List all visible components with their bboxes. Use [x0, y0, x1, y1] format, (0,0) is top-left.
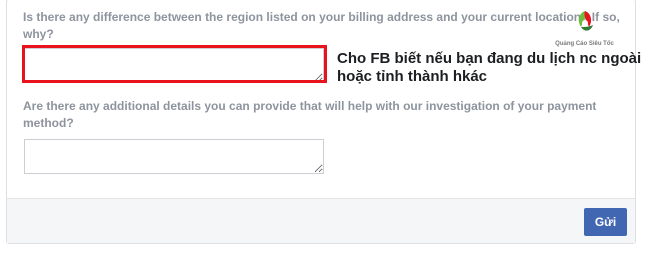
region-difference-textarea[interactable]: [24, 48, 324, 83]
additional-details-textarea[interactable]: [24, 139, 324, 174]
annotation-text: Cho FB biết nếu bạn đang du lịch nc ngoà…: [337, 50, 642, 85]
form-footer: Gửi: [7, 198, 635, 243]
details-question-label: Are there any additional details you can…: [23, 99, 597, 130]
payment-investigation-form: Is there any difference between the regi…: [6, 0, 641, 244]
brand-watermark: Quảng Cáo Siêu Tốc: [547, 5, 622, 55]
submit-button[interactable]: Gửi: [584, 208, 627, 236]
brand-name: Quảng Cáo Siêu Tốc: [555, 41, 614, 47]
leaf-logo-icon: [578, 11, 593, 31]
region-question-label: Is there any difference between the regi…: [23, 10, 620, 41]
